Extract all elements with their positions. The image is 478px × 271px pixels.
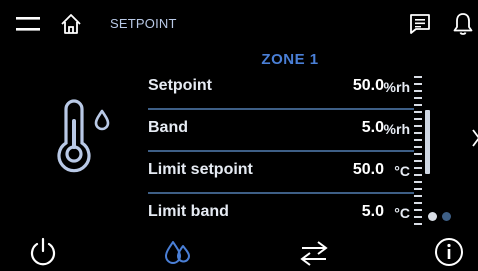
swap-arrows-icon[interactable] (298, 240, 330, 266)
message-icon[interactable] (408, 12, 432, 36)
scroll-tick (414, 223, 422, 225)
chevron-right-icon[interactable] (471, 128, 478, 148)
scroll-tick (414, 153, 422, 155)
scroll-tick (414, 132, 422, 134)
scroll-tick (414, 111, 422, 113)
power-icon[interactable] (28, 237, 58, 267)
param-label: Limit setpoint (148, 161, 253, 178)
param-value: 50.0 (352, 77, 384, 94)
scroll-tick (414, 209, 422, 211)
param-unit: °C (394, 205, 410, 221)
scroll-tick (414, 104, 422, 106)
scroll-tick (414, 76, 422, 78)
scroll-tick (414, 97, 422, 99)
scroll-tick (414, 195, 422, 197)
param-label: Setpoint (148, 77, 212, 94)
param-row-limit-band[interactable]: Limit band 5.0 °C (148, 196, 410, 236)
home-icon[interactable] (60, 13, 82, 35)
page-title: SETPOINT (110, 16, 177, 31)
param-value: 50.0 (352, 161, 384, 178)
row-divider (148, 108, 414, 110)
setpoint-screen: SETPOINT ZONE 1 Setpoint 50.0 %rh Band 5… (0, 0, 478, 271)
scroll-tick (414, 118, 422, 120)
info-icon[interactable] (434, 237, 464, 267)
param-row-limit-setpoint[interactable]: Limit setpoint 50.0 °C (148, 154, 414, 194)
param-unit: %rh (383, 79, 410, 95)
param-unit: °C (394, 163, 410, 179)
param-label: Limit band (148, 203, 229, 220)
param-row-setpoint[interactable]: Setpoint 50.0 %rh (148, 70, 414, 110)
param-label: Band (148, 119, 188, 136)
param-value: 5.0 (361, 119, 384, 136)
param-unit: %rh (383, 121, 410, 137)
scroll-thumb[interactable] (425, 110, 430, 174)
param-row-band[interactable]: Band 5.0 %rh (148, 112, 414, 152)
scroll-tick (414, 216, 422, 218)
row-divider (148, 150, 414, 152)
zone-title: ZONE 1 (261, 51, 319, 68)
menu-icon[interactable] (16, 15, 40, 33)
scroll-tick (414, 167, 422, 169)
param-value: 5.0 (361, 203, 384, 220)
thermometer-humidity-icon (57, 99, 110, 173)
bell-icon[interactable] (452, 12, 474, 36)
scroll-tick (414, 125, 422, 127)
scroll-tick (414, 188, 422, 190)
scroll-tick (414, 83, 422, 85)
row-divider (148, 192, 414, 194)
scroll-tick (414, 146, 422, 148)
scroll-tick (414, 90, 422, 92)
scroll-tick (414, 181, 422, 183)
scroll-tick (414, 202, 422, 204)
scroll-tick (414, 139, 422, 141)
page-dot-active[interactable] (428, 212, 437, 221)
scroll-tick (414, 160, 422, 162)
scroll-tick (414, 174, 422, 176)
page-dot[interactable] (442, 212, 451, 221)
humidity-drops-icon[interactable] (163, 236, 193, 268)
